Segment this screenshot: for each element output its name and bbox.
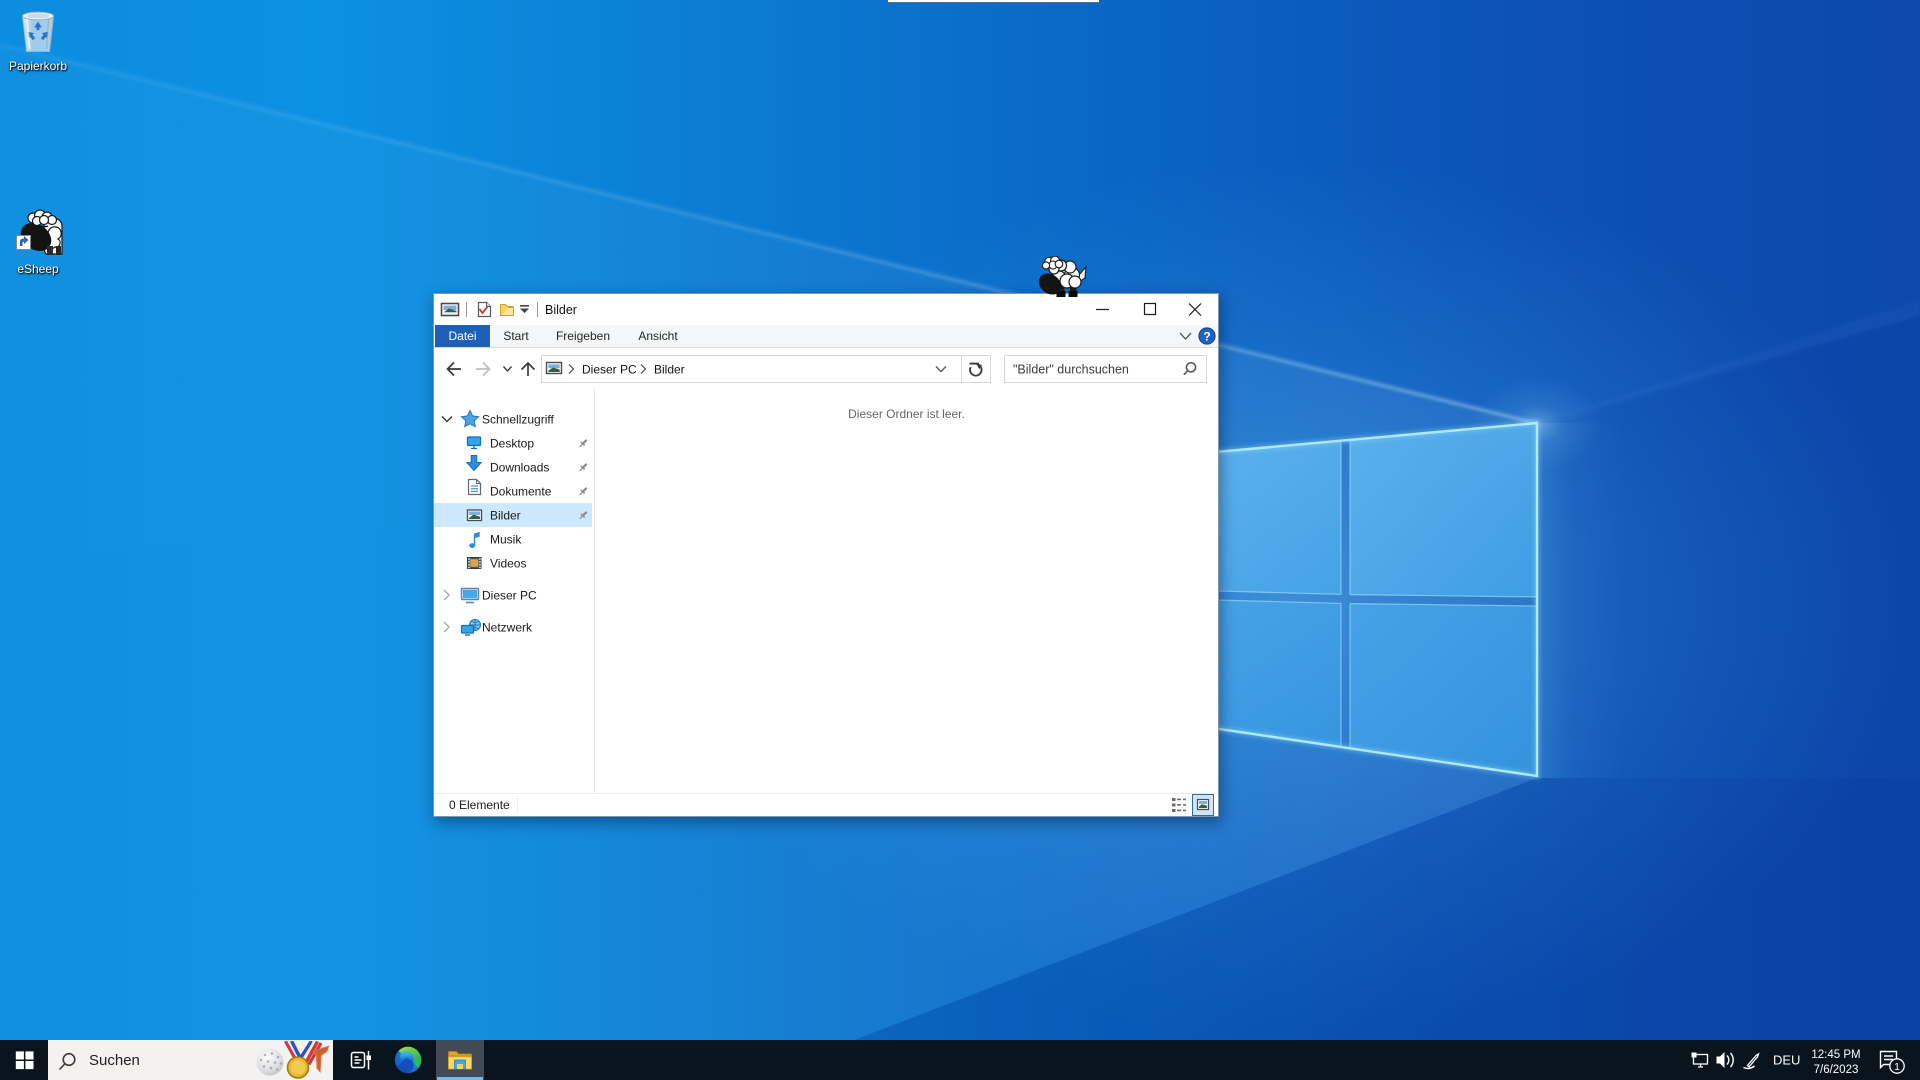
svg-text:Bilder: Bilder: [545, 303, 577, 317]
svg-text:"Bilder" durchsuchen: "Bilder" durchsuchen: [1013, 363, 1129, 377]
svg-text:Desktop: Desktop: [490, 437, 534, 451]
svg-text:7/6/2023: 7/6/2023: [1814, 1064, 1859, 1076]
svg-text:Dieser PC: Dieser PC: [582, 363, 637, 377]
svg-text:Netzwerk: Netzwerk: [482, 621, 533, 635]
svg-text:Dieser PC: Dieser PC: [482, 589, 537, 603]
svg-text:Musik: Musik: [490, 533, 522, 547]
svg-text:Videos: Videos: [490, 557, 526, 571]
svg-text:Schnellzugriff: Schnellzugriff: [482, 413, 554, 427]
svg-text:1: 1: [1894, 1061, 1900, 1073]
svg-text:12:45 PM: 12:45 PM: [1811, 1049, 1860, 1061]
svg-text:Downloads: Downloads: [490, 461, 549, 475]
svg-text:?: ?: [1203, 330, 1210, 344]
svg-text:Dokumente: Dokumente: [490, 485, 552, 499]
svg-text:Bilder: Bilder: [654, 363, 685, 377]
svg-text:Bilder: Bilder: [490, 509, 521, 523]
svg-text:DEU: DEU: [1773, 1053, 1800, 1068]
